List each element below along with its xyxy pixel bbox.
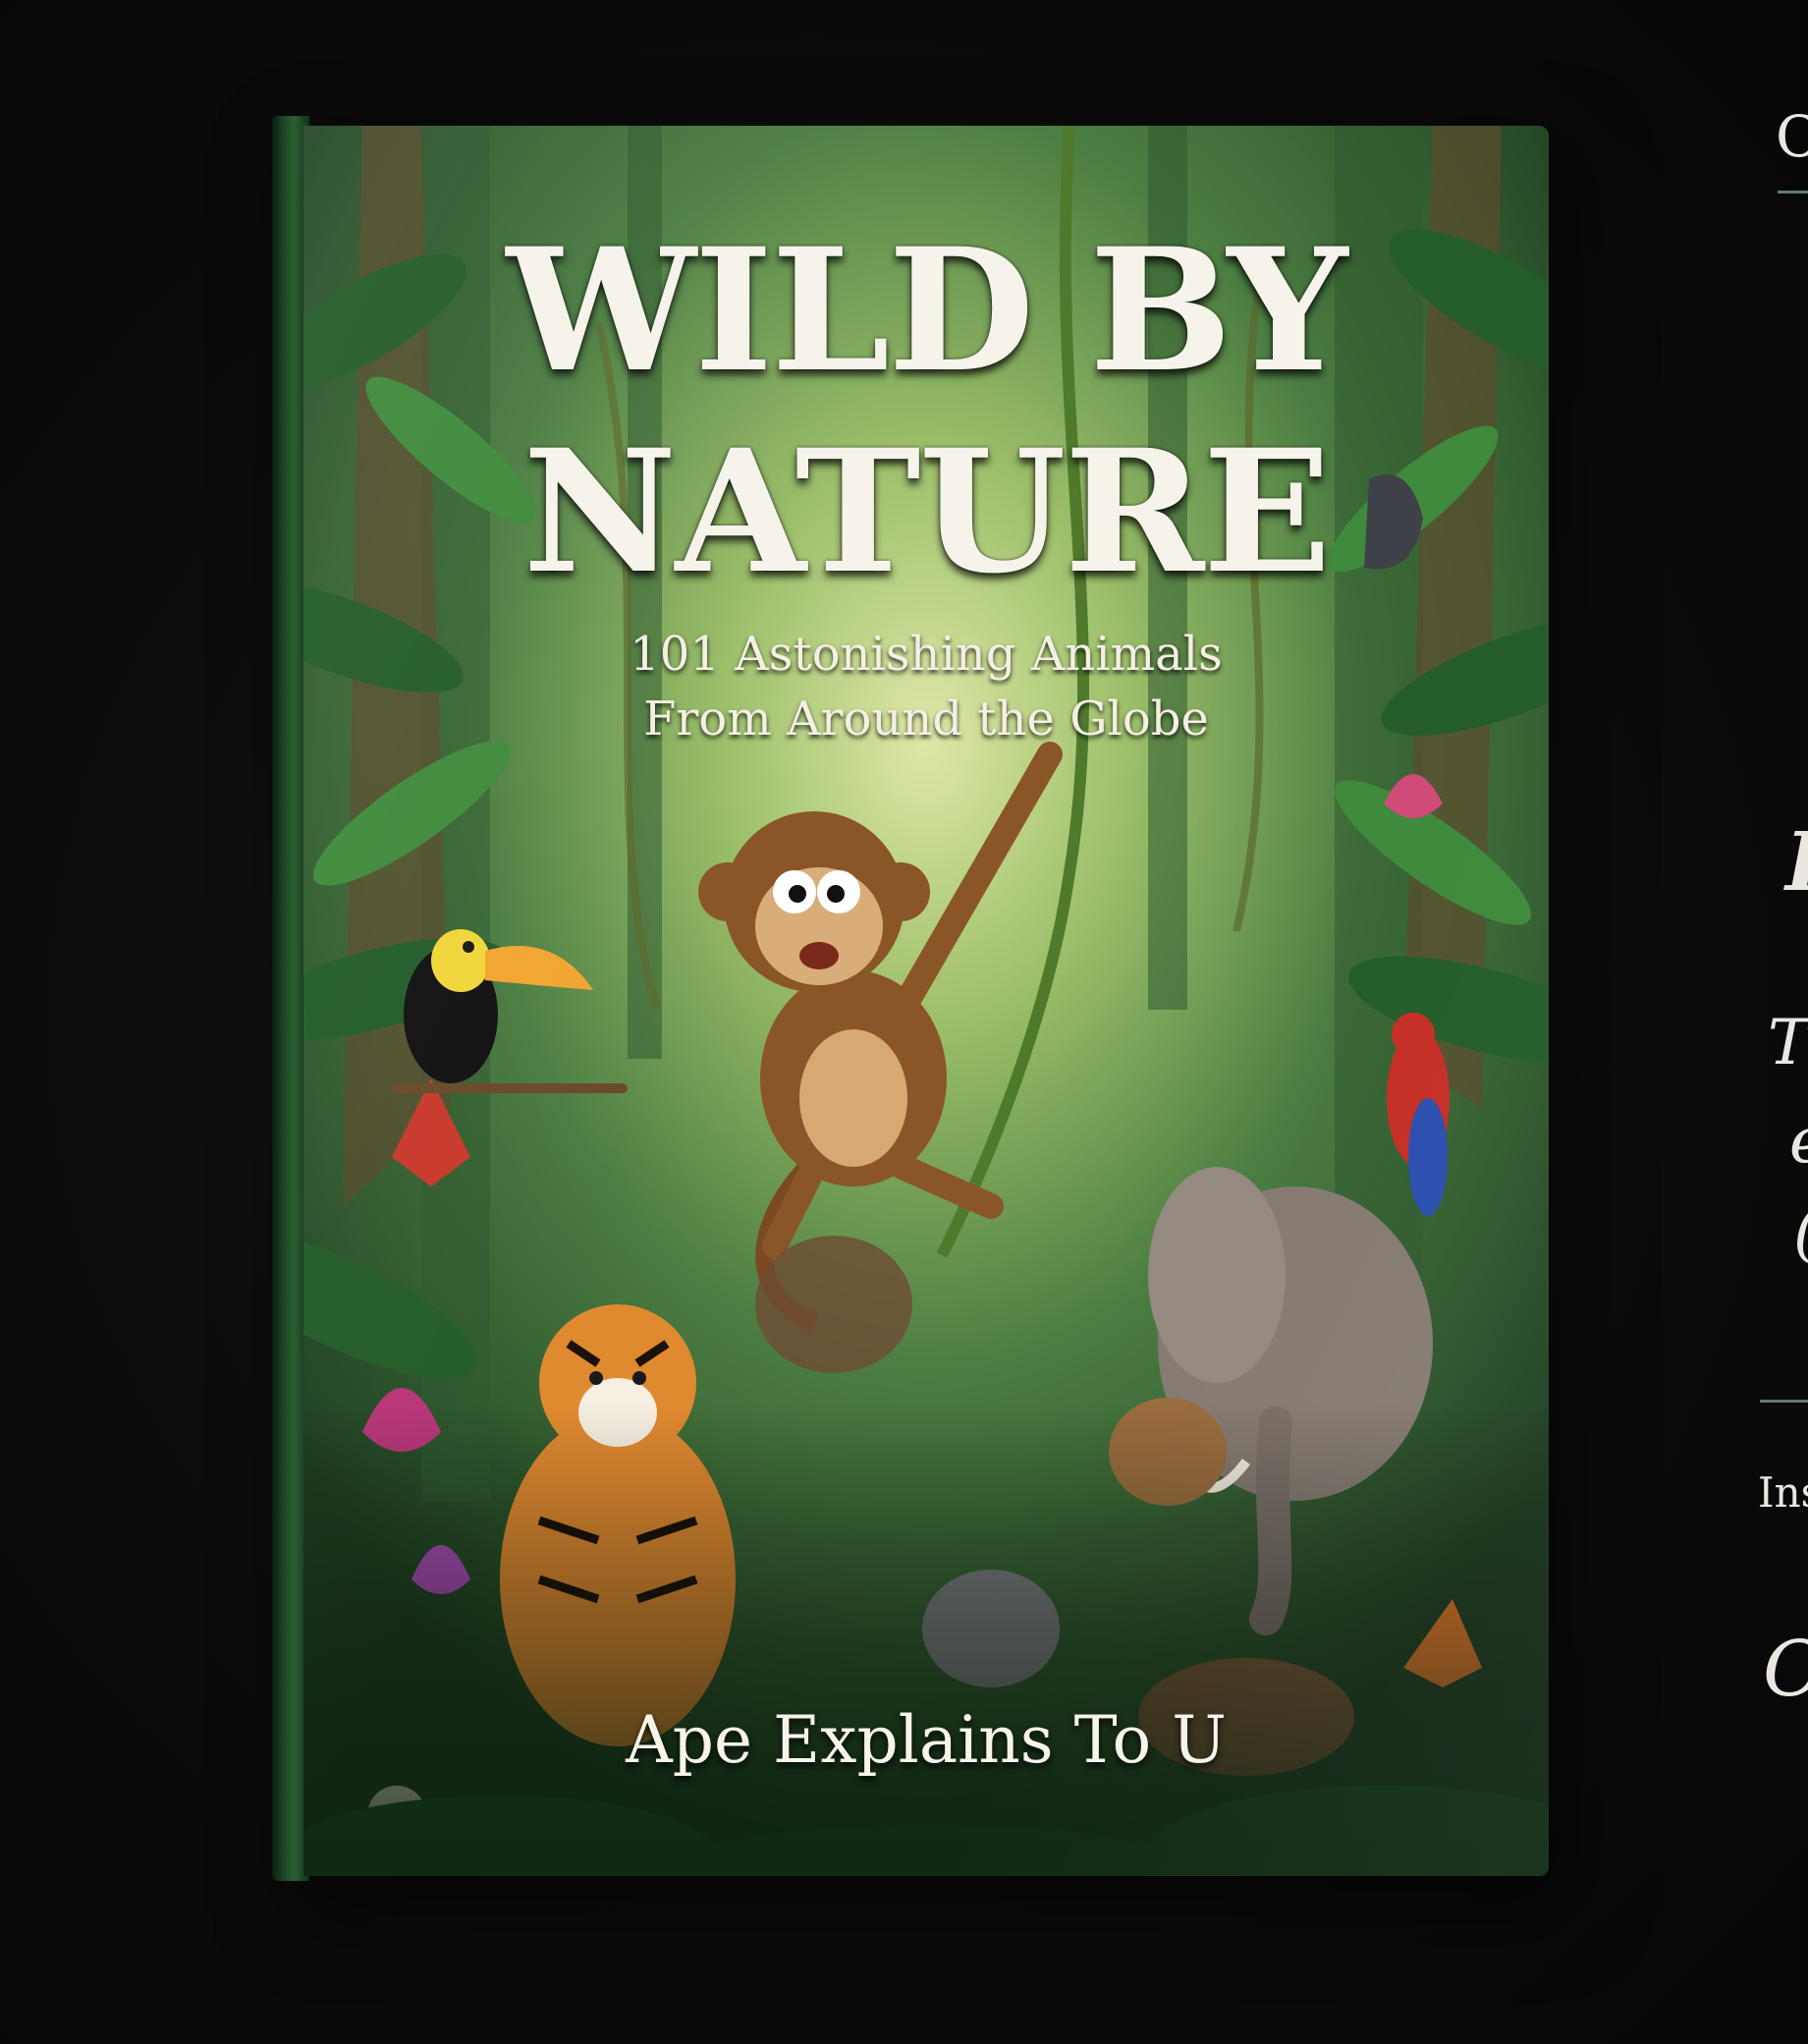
side-text-fragment-5: Ins xyxy=(1758,1468,1808,1517)
book-title-line-2: NATURE xyxy=(522,412,1331,611)
product-mockup-stage: WILD BY NATURE 101 Astonishing Animals F… xyxy=(0,0,1808,2044)
side-text-fragment-1: I xyxy=(1785,815,1808,910)
book-mockup: WILD BY NATURE 101 Astonishing Animals F… xyxy=(272,116,1549,1881)
side-text-fragment-4: ( xyxy=(1793,1196,1808,1269)
side-rule-bottom xyxy=(1760,1400,1808,1403)
side-heading-fragment: C xyxy=(1776,103,1808,170)
side-text-fragment-3: e xyxy=(1789,1105,1808,1178)
book-cover: WILD BY NATURE 101 Astonishing Animals F… xyxy=(303,126,1549,1876)
book-subtitle-line-1: 101 Astonishing Animals xyxy=(630,627,1223,682)
book-title-line-1: WILD BY xyxy=(506,210,1348,410)
book-title: WILD BY NATURE xyxy=(303,209,1549,612)
book-subtitle-line-2: From Around the Globe xyxy=(643,691,1209,746)
book-subtitle: 101 Astonishing Animals From Around the … xyxy=(303,622,1549,751)
book-author: Ape Explains To U xyxy=(626,1702,1227,1778)
side-text-fragment-2: Th xyxy=(1768,1007,1808,1079)
side-text-fragment-6: O xyxy=(1763,1626,1808,1714)
side-rule-top xyxy=(1778,191,1808,193)
